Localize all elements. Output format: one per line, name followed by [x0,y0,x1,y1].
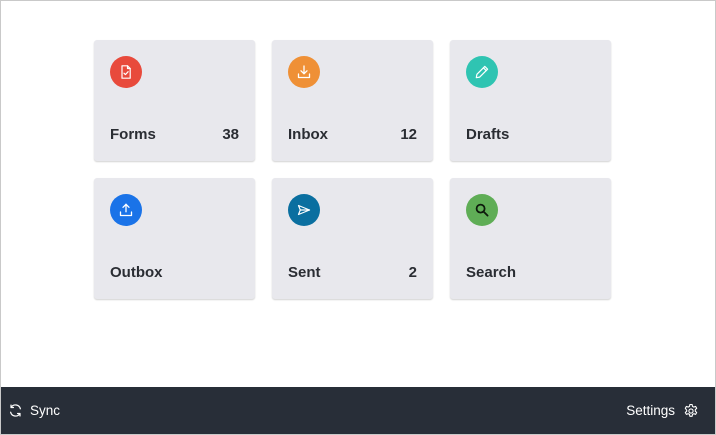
gear-icon [683,403,699,419]
tile-label: Outbox [110,264,163,281]
tile-count: 2 [408,264,417,281]
tile-outbox[interactable]: Outbox [94,178,255,299]
download-icon [288,56,320,88]
sync-label: Sync [30,403,61,418]
tile-label: Sent [288,264,321,281]
tile-grid: Forms 38 Inbox 12 Drafts Outbox Sent 2 S… [94,40,611,299]
tile-drafts[interactable]: Drafts [450,40,611,161]
settings-label: Settings [626,403,675,418]
sync-icon [8,403,23,418]
sync-button[interactable]: Sync [8,387,60,434]
send-icon [288,194,320,226]
tile-label: Inbox [288,126,328,143]
tile-label: Search [466,264,517,281]
tile-count: 12 [400,126,417,143]
bottom-toolbar: Sync Settings [1,387,715,434]
settings-button[interactable]: Settings [626,387,699,434]
tile-forms[interactable]: Forms 38 [94,40,255,161]
app-window: Forms 38 Inbox 12 Drafts Outbox Sent 2 S… [0,0,716,435]
pencil-icon [466,56,498,88]
tile-label: Drafts [466,126,510,143]
tile-search[interactable]: Search [450,178,611,299]
search-icon [466,194,498,226]
tile-count: 38 [222,126,239,143]
form-check-icon [110,56,142,88]
tile-label: Forms [110,126,156,143]
tile-sent[interactable]: Sent 2 [272,178,433,299]
upload-icon [110,194,142,226]
tile-inbox[interactable]: Inbox 12 [272,40,433,161]
